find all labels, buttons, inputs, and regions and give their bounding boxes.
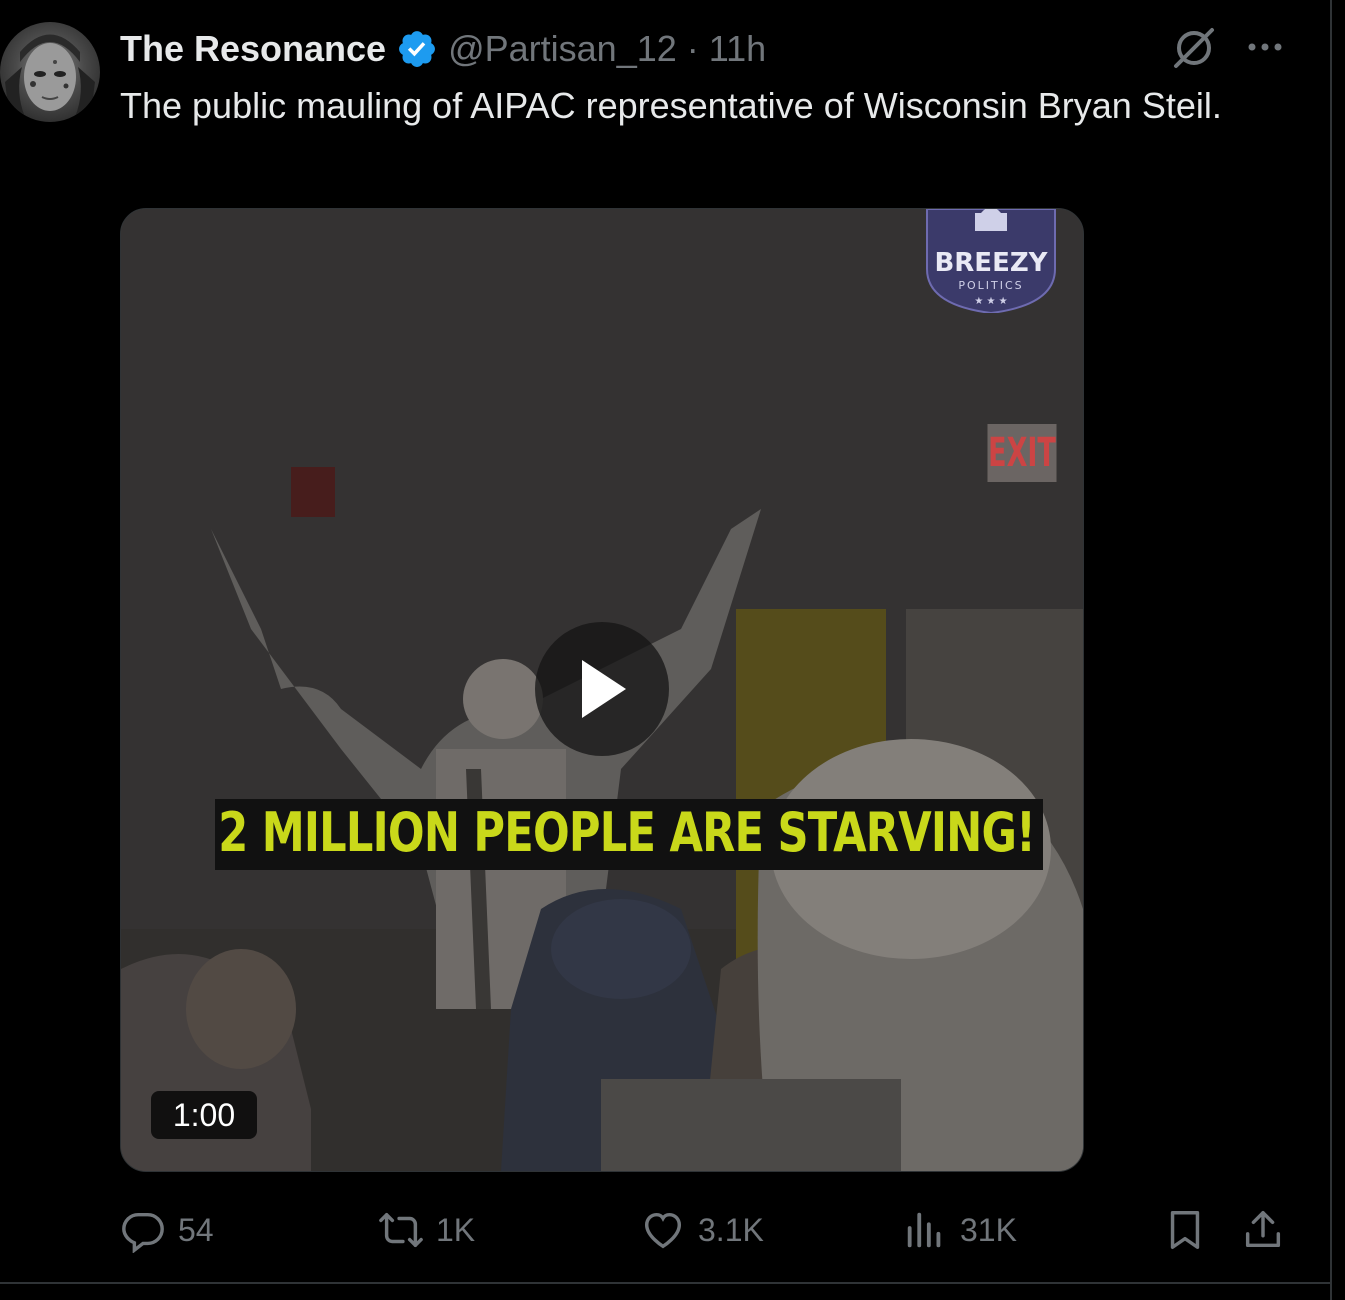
like-button[interactable]: 3.1K bbox=[640, 1200, 764, 1260]
repost-icon bbox=[379, 1212, 423, 1248]
tweet-header: The Resonance @Partisan_12 · 11h bbox=[120, 26, 766, 72]
grok-icon[interactable] bbox=[1168, 22, 1220, 74]
watermark-subtitle: POLITICS bbox=[958, 279, 1023, 292]
watermark-logo: BREEZY POLITICS ★ ★ ★ bbox=[923, 209, 1059, 315]
video-player[interactable]: BREEZY POLITICS ★ ★ ★ EXIT 2 MILLION PEO… bbox=[120, 208, 1084, 1172]
more-icon[interactable] bbox=[1240, 24, 1290, 70]
views-button[interactable]: 31K bbox=[902, 1200, 1017, 1260]
exit-sign: EXIT bbox=[987, 424, 1057, 482]
views-icon bbox=[907, 1212, 941, 1248]
share-icon bbox=[1245, 1211, 1281, 1248]
bookmark-button[interactable] bbox=[1162, 1200, 1208, 1260]
column-border bbox=[1330, 0, 1332, 1300]
avatar[interactable] bbox=[0, 22, 100, 122]
user-handle[interactable]: @Partisan_12 bbox=[448, 28, 677, 70]
action-bar: 54 1K 3.1K 31K bbox=[120, 1200, 1290, 1260]
timestamp[interactable]: 11h bbox=[709, 28, 766, 70]
watermark-title: BREEZY bbox=[934, 248, 1048, 278]
reply-icon bbox=[122, 1212, 164, 1253]
play-icon bbox=[582, 660, 626, 718]
share-button[interactable] bbox=[1240, 1200, 1286, 1260]
views-count: 31K bbox=[960, 1211, 1017, 1248]
like-count: 3.1K bbox=[698, 1211, 764, 1248]
video-caption: 2 MILLION PEOPLE ARE STARVING! bbox=[215, 799, 1044, 870]
repost-count: 1K bbox=[436, 1211, 476, 1248]
play-button[interactable] bbox=[535, 622, 669, 756]
verified-badge-icon[interactable] bbox=[396, 28, 438, 70]
video-duration: 1:00 bbox=[151, 1091, 257, 1139]
repost-button[interactable]: 1K bbox=[378, 1200, 475, 1260]
reply-button[interactable]: 54 bbox=[120, 1200, 214, 1260]
tweet-divider bbox=[0, 1282, 1330, 1284]
separator-dot: · bbox=[686, 28, 699, 69]
display-name[interactable]: The Resonance bbox=[120, 28, 386, 70]
bookmark-icon bbox=[1170, 1211, 1200, 1249]
tweet-page: The Resonance @Partisan_12 · 11h The pub… bbox=[0, 0, 1345, 1300]
like-icon bbox=[644, 1212, 682, 1249]
tweet-text: The public mauling of AIPAC representati… bbox=[120, 85, 1222, 126]
svg-text:★ ★ ★: ★ ★ ★ bbox=[974, 296, 1007, 307]
reply-count: 54 bbox=[178, 1211, 214, 1248]
